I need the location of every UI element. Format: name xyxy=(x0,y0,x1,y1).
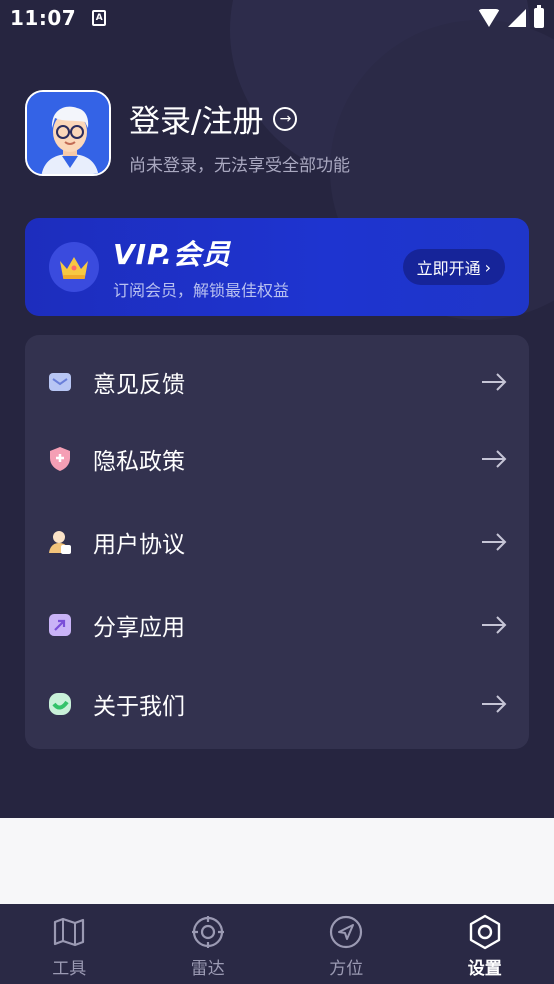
signal-icon xyxy=(508,9,526,27)
content-bottom-area xyxy=(0,818,554,904)
nav-tab-compass[interactable]: 方位 xyxy=(277,904,416,984)
share-icon xyxy=(47,612,73,638)
open-vip-button[interactable]: 立即开通 › xyxy=(402,249,505,285)
login-register-title[interactable]: 登录/注册 xyxy=(129,96,263,141)
menu-label: 隐私政策 xyxy=(93,449,185,475)
status-bar: 11:07 A xyxy=(0,0,554,36)
settings-icon xyxy=(469,914,500,950)
menu-label: 关于我们 xyxy=(93,694,185,720)
mail-icon xyxy=(47,369,73,395)
menu-item-user-agreement[interactable]: 用户协议 xyxy=(25,507,529,577)
nav-label: 设置 xyxy=(467,959,502,979)
arrow-right-circle-icon[interactable]: → xyxy=(273,106,298,131)
nav-tab-radar[interactable]: 雷达 xyxy=(139,904,278,984)
open-vip-label: 立即开通 xyxy=(416,259,481,278)
user-avatar-icon[interactable] xyxy=(25,90,111,176)
nav-tab-tools[interactable]: 工具 xyxy=(0,904,139,984)
radar-icon xyxy=(191,916,224,948)
nav-label: 方位 xyxy=(329,959,364,979)
menu-item-share[interactable]: 分享应用 xyxy=(25,590,529,660)
vip-banner[interactable]: VIP.会员 订阅会员，解锁最佳权益 立即开通 › xyxy=(25,218,529,316)
settings-menu: 意见反馈 隐私政策 用户协议 分享应用 关于我们 xyxy=(25,335,529,749)
arrow-right-icon xyxy=(482,695,507,713)
shield-icon xyxy=(47,446,73,472)
wifi-icon xyxy=(478,9,500,27)
vip-title: VIP.会员 xyxy=(113,238,232,271)
status-time: 11:07 xyxy=(10,6,77,30)
user-agreement-icon xyxy=(47,529,73,555)
menu-label: 意见反馈 xyxy=(93,372,185,398)
app-screen: 11:07 A 登录/注册 → 尚未登录，无法享受全部功能 VIP.会员 订阅会… xyxy=(0,0,554,818)
nav-label: 雷达 xyxy=(190,959,225,979)
chevron-right-icon: › xyxy=(484,257,491,277)
arrow-right-icon xyxy=(482,373,507,391)
login-subtitle: 尚未登录，无法享受全部功能 xyxy=(129,156,350,176)
vip-subtitle: 订阅会员，解锁最佳权益 xyxy=(113,281,290,300)
crown-icon xyxy=(49,242,99,292)
arrow-right-icon xyxy=(482,533,507,551)
bottom-navigation: 工具 雷达 方位 设置 xyxy=(0,904,554,984)
arrow-right-icon xyxy=(482,450,507,468)
battery-icon xyxy=(534,5,544,28)
menu-item-feedback[interactable]: 意见反馈 xyxy=(25,347,529,417)
menu-label: 分享应用 xyxy=(93,615,185,641)
nav-tab-settings[interactable]: 设置 xyxy=(416,904,554,984)
nav-label: 工具 xyxy=(52,959,87,979)
status-indicators xyxy=(478,5,544,28)
map-tool-icon xyxy=(54,917,85,947)
menu-item-privacy[interactable]: 隐私政策 xyxy=(25,424,529,494)
notification-icon: A xyxy=(92,10,107,26)
compass-icon xyxy=(330,915,363,949)
about-icon xyxy=(47,691,73,717)
arrow-right-icon xyxy=(482,616,507,634)
menu-label: 用户协议 xyxy=(93,532,185,558)
menu-item-about[interactable]: 关于我们 xyxy=(25,669,529,739)
profile-header[interactable]: 登录/注册 → 尚未登录，无法享受全部功能 xyxy=(25,90,350,176)
